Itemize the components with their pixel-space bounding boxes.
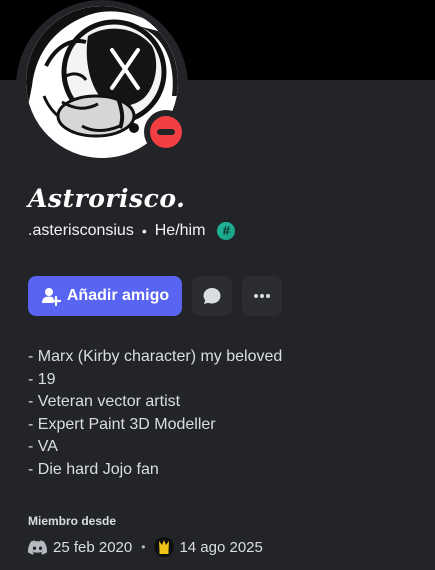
user-identity-line: .asterisconsius • He/him # — [28, 222, 236, 240]
server-icon — [154, 537, 175, 557]
server-join-date: 14 ago 2025 — [179, 538, 263, 556]
avatar-container[interactable] — [16, 0, 188, 172]
ellipsis-icon — [254, 294, 270, 298]
separator-dot: • — [141, 540, 146, 554]
bio-line: - 19 — [28, 370, 56, 388]
chat-bubble-icon — [203, 288, 221, 304]
add-friend-icon — [41, 288, 61, 306]
display-name: Astrorisco. — [28, 184, 186, 213]
status-indicator — [144, 110, 188, 154]
bio-line: - Marx (Kirby character) my beloved — [28, 348, 283, 365]
user-profile-panel: Astrorisco. .asterisconsius • He/him # A… — [0, 0, 435, 570]
hashtag-badge-icon[interactable]: # — [217, 222, 236, 240]
bio-line: - Die hard Jojo fan — [28, 460, 159, 478]
bio: - Marx (Kirby character) my beloved - 19… — [28, 346, 282, 482]
separator-dot: • — [141, 223, 147, 239]
member-since-label: Miembro desde — [28, 514, 117, 528]
add-friend-label: Añadir amigo — [66, 287, 170, 304]
bio-line: - Expert Paint 3D Modeller — [28, 415, 216, 433]
more-options-button[interactable] — [242, 276, 282, 316]
message-button[interactable] — [192, 276, 232, 316]
discord-join-date: 25 feb 2020 — [53, 538, 133, 556]
bio-line: - VA — [28, 438, 58, 456]
pronouns: He/him — [154, 222, 206, 239]
bio-line: - Veteran vector artist — [28, 393, 181, 411]
username[interactable]: .asterisconsius — [28, 222, 134, 240]
member-since-row: 25 feb 2020 • 14 ago 2025 — [28, 537, 263, 557]
discord-logo-icon — [28, 539, 47, 555]
do-not-disturb-icon — [150, 116, 182, 148]
add-friend-button[interactable]: Añadir amigo — [28, 276, 182, 316]
